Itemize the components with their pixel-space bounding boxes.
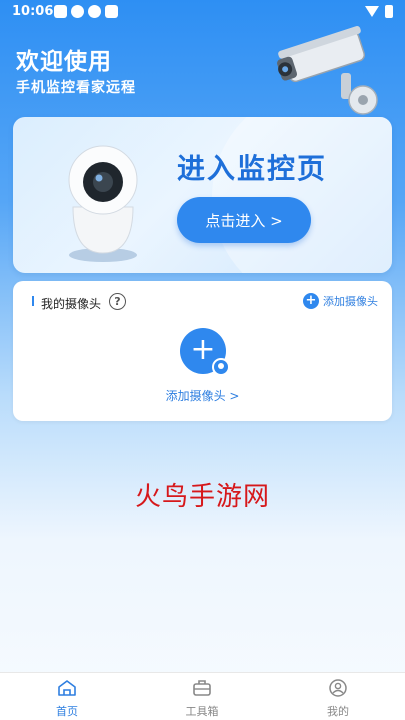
enter-monitor-button[interactable]: 点击进入 > [177,197,311,243]
notification-icons [54,5,118,18]
my-cameras-title: 我的摄像头 [41,297,102,311]
watermark-text: 火鸟手游网 [134,482,270,512]
add-camera-label[interactable]: 添加摄像头 > [13,387,392,404]
add-camera-link-label: 添加摄像头 [323,295,378,308]
add-camera-button[interactable]: + [180,328,230,376]
nav-label-toolbox: 工具箱 [185,705,219,718]
battery-icon [385,5,393,18]
plus-icon: + [190,332,216,367]
notification-icon [54,5,67,18]
profile-icon [329,679,347,697]
banner-title: 进入监控页 [177,152,328,185]
nav-item-home[interactable]: 首页 [37,679,97,719]
status-time: 10:06 [12,4,54,19]
sync-icon [71,5,84,18]
section-marker [32,296,34,306]
sync-icon [88,5,101,18]
welcome-subtitle: 手机监控看家远程 [16,80,136,96]
nav-label-home: 首页 [56,705,78,718]
monitor-banner-card[interactable]: 进入监控页 点击进入 > [13,117,392,273]
plus-icon: + [303,293,319,309]
toolbox-icon [193,680,211,696]
nav-item-toolbox[interactable]: 工具箱 [172,679,232,719]
help-icon[interactable]: ? [109,293,126,310]
nav-label-profile: 我的 [327,705,349,718]
home-icon [58,680,76,696]
cctv-camera-illustration [277,25,378,115]
camera-icon [212,358,230,376]
system-icons [365,5,393,18]
add-camera-link[interactable]: + 添加摄像头 [303,293,378,309]
nav-item-profile[interactable]: 我的 [308,679,368,719]
notification-icon [105,5,118,18]
banner-decoration [212,117,392,273]
security-camera-illustration [68,145,138,262]
bottom-navigation: 首页 工具箱 我的 [0,672,405,720]
my-cameras-card: 我的摄像头 ? + 添加摄像头 + 添加摄像头 > [13,281,392,421]
welcome-title: 欢迎使用 [16,49,112,75]
wifi-icon [365,6,379,17]
